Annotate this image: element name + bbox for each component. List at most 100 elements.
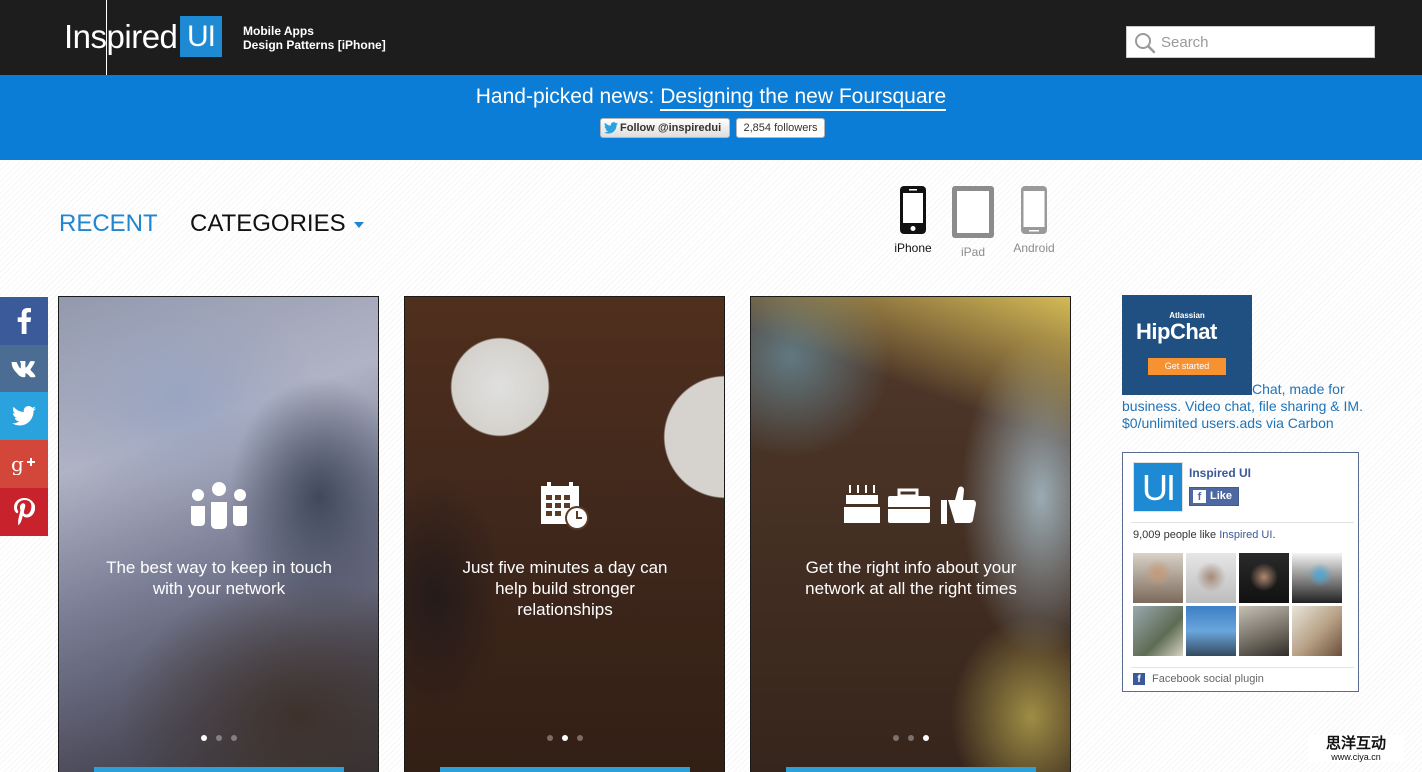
watermark: 思洋互动 www.ciya.cn bbox=[1308, 735, 1404, 762]
site-tagline: Mobile Apps Design Patterns [iPhone] bbox=[243, 24, 386, 52]
share-pinterest-button[interactable] bbox=[0, 488, 48, 536]
fb-social-plugin-link[interactable]: f Facebook social plugin bbox=[1133, 673, 1264, 685]
fan-avatar[interactable] bbox=[1133, 606, 1183, 656]
people-icon bbox=[190, 482, 247, 529]
tagline-line2: Design Patterns [iPhone] bbox=[243, 38, 386, 52]
fb-page-logo[interactable]: UI bbox=[1133, 462, 1183, 512]
share-facebook-button[interactable] bbox=[0, 297, 48, 345]
carousel-dot[interactable] bbox=[215, 735, 222, 741]
device-iphone[interactable]: iPhone bbox=[891, 185, 935, 255]
fb-count-text: 9,009 people like bbox=[1133, 529, 1220, 541]
device-android-label: Android bbox=[1013, 241, 1055, 255]
carousel-dot[interactable] bbox=[576, 735, 583, 741]
device-iphone-label: iPhone bbox=[894, 241, 932, 255]
follow-label: Follow @inspiredui bbox=[620, 122, 722, 134]
top-header: Inspired UI Mobile Apps Design Patterns … bbox=[0, 0, 1422, 75]
fan-avatar[interactable] bbox=[1292, 606, 1342, 656]
divider bbox=[1131, 522, 1354, 523]
ipad-icon bbox=[952, 186, 994, 238]
tagline-line1: Mobile Apps bbox=[243, 24, 314, 38]
device-ipad[interactable]: iPad bbox=[949, 185, 997, 259]
device-ipad-label: iPad bbox=[960, 245, 986, 259]
card-caption: The best way to keep in touch with your … bbox=[106, 558, 332, 598]
card-action-button[interactable] bbox=[94, 767, 344, 772]
carousel-dot[interactable] bbox=[561, 735, 568, 741]
android-phone-icon bbox=[1021, 186, 1047, 234]
fb-like-button[interactable]: f Like bbox=[1189, 487, 1239, 506]
carousel-dot[interactable] bbox=[922, 735, 929, 741]
card-overlay bbox=[751, 297, 1070, 772]
calendar-clock-icon bbox=[540, 482, 589, 530]
carousel-dots bbox=[405, 735, 724, 741]
news-link[interactable]: Designing the new Foursquare bbox=[660, 85, 947, 111]
logo-badge[interactable]: UI bbox=[180, 16, 222, 57]
card-caption: Get the right info about your network at… bbox=[805, 558, 1017, 598]
svg-text:g: g bbox=[11, 453, 24, 475]
card-caption: Just five minutes a day can help build s… bbox=[462, 558, 668, 619]
logo-divider bbox=[106, 0, 107, 75]
iphone-icon bbox=[900, 186, 926, 234]
cake-briefcase-thumbsup-icon bbox=[843, 485, 976, 524]
vk-icon bbox=[11, 361, 36, 378]
carousel-dot[interactable] bbox=[230, 735, 237, 741]
twitter-follow-button[interactable]: Follow @inspiredui bbox=[600, 118, 730, 138]
fb-like-count: 9,009 people like Inspired UI. bbox=[1133, 529, 1276, 541]
search-box[interactable] bbox=[1126, 26, 1375, 58]
caret-down-icon bbox=[353, 221, 364, 228]
tab-recent[interactable]: RECENT bbox=[59, 210, 158, 238]
card-network[interactable]: The best way to keep in touch with your … bbox=[58, 296, 379, 772]
fan-avatar[interactable] bbox=[1292, 553, 1342, 603]
fan-avatar[interactable] bbox=[1133, 553, 1183, 603]
carousel-dots bbox=[751, 735, 1070, 741]
news-headline: Hand-picked news: Designing the new Four… bbox=[0, 85, 1422, 111]
follower-count: 2,854 followers bbox=[736, 118, 825, 138]
ad-text-line2: business. Video chat, file sharing & IM. bbox=[1122, 398, 1363, 414]
carousel-dot[interactable] bbox=[546, 735, 553, 741]
facebook-icon bbox=[17, 308, 32, 334]
share-vk-button[interactable] bbox=[0, 345, 48, 393]
fb-count-suffix: . bbox=[1272, 529, 1276, 541]
carousel-dot[interactable] bbox=[907, 735, 914, 741]
ad-product: HipChat bbox=[1136, 319, 1217, 344]
news-prefix: Hand-picked news: bbox=[475, 85, 661, 108]
facebook-like-box: UI Inspired UI f Like 9,009 people like … bbox=[1122, 452, 1359, 692]
google-plus-icon: g bbox=[11, 453, 35, 475]
fb-count-link[interactable]: Inspired UI bbox=[1219, 529, 1272, 541]
fan-avatar[interactable] bbox=[1239, 606, 1289, 656]
share-twitter-button[interactable] bbox=[0, 392, 48, 440]
ad-text-line1: Chat, made for bbox=[1252, 381, 1345, 397]
hipchat-ad-image[interactable]: Atlassian HipChat Get started bbox=[1122, 295, 1252, 395]
device-android[interactable]: Android bbox=[1011, 185, 1057, 255]
ad-text-line3: $0/unlimited users.ads via Carbon bbox=[1122, 415, 1334, 431]
ad-get-started-button[interactable]: Get started bbox=[1148, 358, 1226, 375]
pinterest-icon bbox=[14, 498, 35, 526]
fan-avatar[interactable] bbox=[1186, 606, 1236, 656]
fan-avatar[interactable] bbox=[1186, 553, 1236, 603]
fan-avatar[interactable] bbox=[1239, 553, 1289, 603]
ad-text[interactable]: Chat, made for business. Video chat, fil… bbox=[1122, 381, 1402, 432]
card-action-button[interactable] bbox=[786, 767, 1036, 772]
twitter-bird-icon bbox=[604, 122, 618, 134]
search-input[interactable] bbox=[1161, 27, 1366, 57]
carousel-dot[interactable] bbox=[200, 735, 207, 741]
carousel-dot[interactable] bbox=[892, 735, 899, 741]
carousel-dots bbox=[59, 735, 378, 741]
tab-categories-label: CATEGORIES bbox=[190, 210, 346, 237]
fb-like-label: Like bbox=[1210, 490, 1233, 502]
card-action-button[interactable] bbox=[440, 767, 690, 772]
logo-text[interactable]: Inspired bbox=[64, 18, 178, 56]
facebook-small-icon: f bbox=[1133, 673, 1145, 685]
share-google-plus-button[interactable]: g bbox=[0, 440, 48, 488]
tab-categories[interactable]: CATEGORIES bbox=[190, 210, 364, 238]
fb-page-name[interactable]: Inspired UI bbox=[1189, 466, 1251, 480]
card-relationships[interactable]: Just five minutes a day can help build s… bbox=[404, 296, 725, 772]
fb-fan-faces bbox=[1133, 553, 1347, 656]
facebook-f-icon: f bbox=[1193, 490, 1206, 503]
news-bar: Hand-picked news: Designing the new Four… bbox=[0, 75, 1422, 160]
card-overlay bbox=[59, 297, 378, 772]
card-right-info[interactable]: Get the right info about your network at… bbox=[750, 296, 1071, 772]
watermark-line1: 思洋互动 bbox=[1325, 735, 1386, 752]
search-icon bbox=[1135, 33, 1156, 54]
twitter-icon bbox=[12, 406, 36, 426]
watermark-line2: www.ciya.cn bbox=[1331, 752, 1381, 762]
